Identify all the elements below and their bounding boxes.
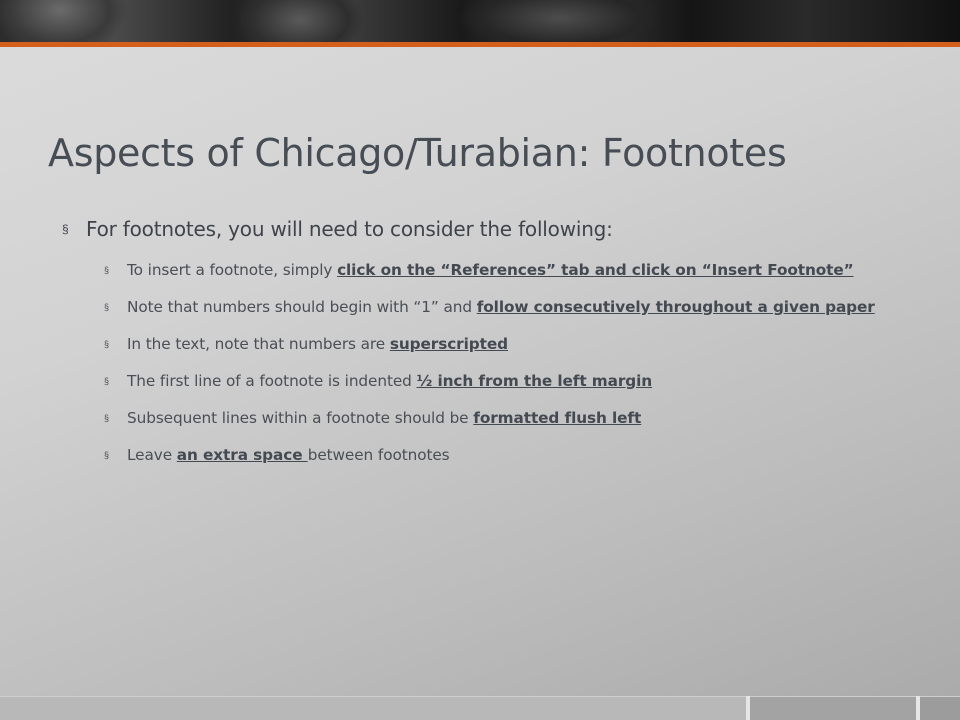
sub-bullet-text: The first line of a footnote is indented…: [127, 370, 897, 392]
footer-segment: [920, 696, 960, 720]
sub-bullet-text: Subsequent lines within a footnote shoul…: [127, 407, 897, 429]
underlined-emphasis: superscripted: [389, 335, 508, 353]
sub-bullet-item: § Leave an extra space between footnotes: [104, 444, 902, 466]
square-bullet-icon: §: [62, 222, 69, 236]
square-bullet-icon: §: [104, 376, 110, 386]
square-bullet-icon: §: [104, 302, 110, 312]
main-bullet-text: For footnotes, you will need to consider…: [86, 217, 613, 241]
footer-segment: [0, 696, 746, 720]
slide-title: Aspects of Chicago/Turabian: Footnotes: [48, 131, 787, 175]
sub-bullet-item: § In the text, note that numbers are sup…: [104, 333, 902, 355]
sub-bullet-text: To insert a footnote, simply click on th…: [127, 259, 897, 281]
sub-bullet-list: § To insert a footnote, simply click on …: [62, 259, 902, 466]
sub-bullet-item: § Subsequent lines within a footnote sho…: [104, 407, 902, 429]
accent-strip: [0, 42, 960, 47]
square-bullet-icon: §: [104, 413, 110, 423]
plain-text: The first line of a footnote is indented: [127, 372, 417, 390]
underlined-emphasis: an extra space: [176, 446, 308, 464]
square-bullet-icon: §: [104, 450, 110, 460]
header-photo-banner: [0, 0, 960, 42]
sub-bullet-text: Leave an extra space between footnotes: [127, 444, 897, 466]
sub-bullet-text: Note that numbers should begin with “1” …: [127, 296, 897, 318]
main-bullet: § For footnotes, you will need to consid…: [62, 214, 902, 244]
plain-text: Leave: [127, 446, 177, 464]
slide-content: § For footnotes, you will need to consid…: [62, 214, 902, 481]
plain-text: To insert a footnote, simply: [127, 261, 338, 279]
underlined-emphasis: click on the “References” tab and click …: [337, 261, 854, 279]
sub-bullet-text: In the text, note that numbers are super…: [127, 333, 897, 355]
square-bullet-icon: §: [104, 339, 110, 349]
underlined-emphasis: ½ inch from the left margin: [416, 372, 653, 390]
sub-bullet-item: § To insert a footnote, simply click on …: [104, 259, 902, 281]
plain-text: Subsequent lines within a footnote shoul…: [127, 409, 474, 427]
underlined-emphasis: follow consecutively throughout a given …: [476, 298, 875, 316]
sub-bullet-item: § The first line of a footnote is indent…: [104, 370, 902, 392]
underlined-emphasis: formatted flush left: [473, 409, 642, 427]
square-bullet-icon: §: [104, 265, 110, 275]
plain-text: Note that numbers should begin with “1” …: [127, 298, 477, 316]
footer-bar: [0, 696, 960, 720]
sub-bullet-item: § Note that numbers should begin with “1…: [104, 296, 902, 318]
footer-segment: [750, 696, 916, 720]
plain-text: In the text, note that numbers are: [127, 335, 390, 353]
slide: Aspects of Chicago/Turabian: Footnotes §…: [0, 0, 960, 720]
plain-text: between footnotes: [307, 446, 450, 464]
